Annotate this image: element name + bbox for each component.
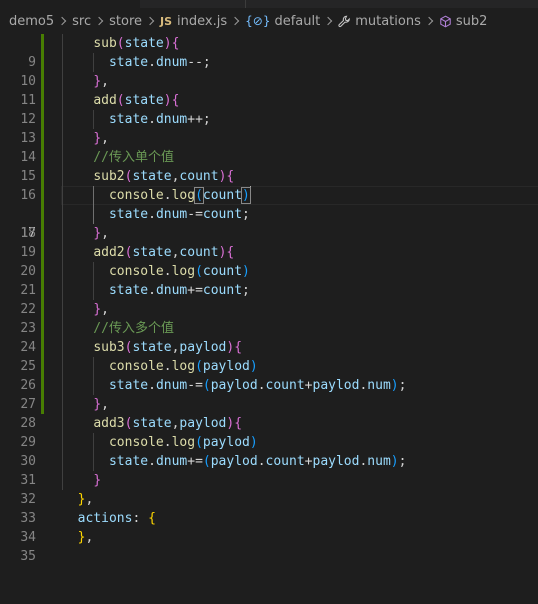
code-line[interactable]: 20 add2(state,count){ [0, 243, 538, 279]
code-text: }, [93, 302, 109, 317]
modified-gutter-marker [41, 91, 44, 110]
code-line[interactable]: 12 add(state){ [0, 91, 538, 127]
cube-icon [439, 15, 452, 28]
code-text: }, [93, 74, 109, 89]
code-line[interactable]: 21 console.log(count) [0, 262, 538, 298]
modified-gutter-marker [41, 281, 44, 300]
modified-gutter-marker [41, 395, 44, 414]
code-line[interactable]: 10 state.dnum--; [0, 53, 538, 89]
breadcrumb-item-demo5[interactable]: demo5 [9, 14, 54, 29]
code-line[interactable]: 18 state.dnum-=count; [0, 205, 538, 241]
modified-gutter-marker [41, 319, 44, 338]
code-text: }, [77, 492, 94, 507]
code-line[interactable]: 22 state.dnum+=count; [0, 281, 538, 317]
chevron-right-icon [146, 15, 156, 28]
code-comment: //传入多个值 [62, 321, 174, 336]
code-line[interactable]: 27 state.dnum-=(paylod.count+paylod.num)… [0, 376, 538, 412]
modified-gutter-marker [41, 205, 44, 224]
modified-gutter-marker [41, 224, 44, 243]
code-text: sub(state){ [93, 36, 180, 51]
editor-tab-strip[interactable] [0, 0, 538, 8]
modified-gutter-marker [41, 129, 44, 148]
code-line[interactable]: 15 //传入单个值 [0, 148, 538, 184]
code-text: }, [93, 131, 109, 146]
modified-gutter-marker [41, 243, 44, 262]
code-line[interactable]: 35 }, [0, 528, 538, 564]
breadcrumb-item-default[interactable]: {⊘} default [245, 14, 320, 29]
breadcrumb-item-index-js[interactable]: JS index.js [160, 14, 227, 29]
code-text: actions: { [77, 511, 156, 526]
code-text: console.log(count) [108, 186, 251, 204]
code-text: add(state){ [93, 93, 180, 108]
modified-gutter-marker [41, 148, 44, 167]
variable-icon: {⊘} [245, 14, 271, 28]
code-text: }, [93, 397, 109, 412]
chevron-right-icon [95, 15, 105, 28]
code-line[interactable]: 30 console.log(paylod) [0, 433, 538, 469]
modified-gutter-marker [41, 300, 44, 319]
text-cursor [249, 186, 251, 202]
code-line[interactable]: 14 }, [0, 129, 538, 165]
code-text: state.dnum-=count; [108, 207, 250, 222]
js-icon: JS [160, 14, 173, 28]
wrench-icon [338, 15, 351, 28]
code-text: state.dnum+=(paylod.count+paylod.num); [108, 454, 407, 469]
code-comment: //传入单个值 [62, 150, 174, 165]
code-line[interactable]: 31 state.dnum+=(paylod.count+paylod.num)… [0, 452, 538, 488]
chevron-right-icon [231, 15, 241, 28]
active-tab[interactable] [0, 0, 140, 8]
modified-gutter-marker [41, 53, 44, 72]
code-text: }, [77, 530, 94, 545]
code-text: sub2(state,count){ [93, 169, 235, 184]
code-line[interactable]: 13 state.dnum++; [0, 110, 538, 146]
code-editor[interactable]: 9 sub(state){ 10 state.dnum--; 11 }, 12 … [0, 34, 538, 564]
code-text: }, [93, 226, 109, 241]
code-line[interactable]: 9 sub(state){ [0, 34, 538, 70]
code-line[interactable]: 34 actions: { [0, 509, 538, 545]
code-text: add3(state,paylod){ [93, 416, 243, 431]
modified-gutter-marker [41, 338, 44, 357]
modified-gutter-marker [41, 110, 44, 129]
code-text: state.dnum--; [108, 55, 211, 70]
code-line[interactable]: 23 }, [0, 300, 538, 336]
modified-gutter-marker [41, 167, 44, 186]
code-line[interactable]: 29 add3(state,paylod){ [0, 414, 538, 450]
tab-separator [245, 0, 246, 8]
code-line-current[interactable]: 17 console.log(count) [0, 186, 538, 241]
code-text: state.dnum+=count; [108, 283, 250, 298]
modified-gutter-marker [41, 186, 44, 205]
code-text: sub3(state,paylod){ [93, 340, 243, 355]
code-line[interactable]: 25 sub3(state,paylod){ [0, 338, 538, 374]
code-line[interactable]: 32 } [0, 471, 538, 507]
code-line[interactable]: 11 }, [0, 72, 538, 108]
modified-gutter-marker [41, 72, 44, 91]
line-number: 35 [20, 549, 36, 564]
chevron-right-icon [425, 15, 435, 28]
modified-gutter-marker [41, 262, 44, 281]
modified-gutter-marker [41, 357, 44, 376]
breadcrumb-item-src[interactable]: src [72, 14, 91, 29]
code-line[interactable]: 26 console.log(paylod) [0, 357, 538, 393]
code-text: console.log(count) [108, 264, 250, 279]
breadcrumb: demo5 src store JS index.js {⊘} default mu… [0, 8, 538, 34]
modified-gutter-marker [41, 376, 44, 395]
code-line[interactable]: 16 sub2(state,count){ [0, 167, 538, 203]
code-text: console.log(paylod) [108, 359, 258, 374]
breadcrumb-item-sub2[interactable]: sub2 [439, 14, 487, 29]
code-line[interactable]: 24 //传入多个值 [0, 319, 538, 355]
code-line[interactable]: 28 }, [0, 395, 538, 431]
code-text: } [93, 473, 102, 488]
code-line[interactable]: 19 }, [0, 224, 538, 260]
breadcrumb-item-mutations[interactable]: mutations [338, 14, 421, 29]
modified-gutter-marker [41, 34, 44, 53]
breadcrumb-item-store[interactable]: store [109, 14, 142, 29]
code-text: console.log(paylod) [108, 435, 258, 450]
code-text: state.dnum++; [108, 112, 211, 127]
code-line[interactable]: 33 }, [0, 490, 538, 526]
chevron-right-icon [58, 15, 68, 28]
code-text: state.dnum-=(paylod.count+paylod.num); [108, 378, 407, 393]
code-text: add2(state,count){ [93, 245, 235, 260]
chevron-right-icon [324, 15, 334, 28]
